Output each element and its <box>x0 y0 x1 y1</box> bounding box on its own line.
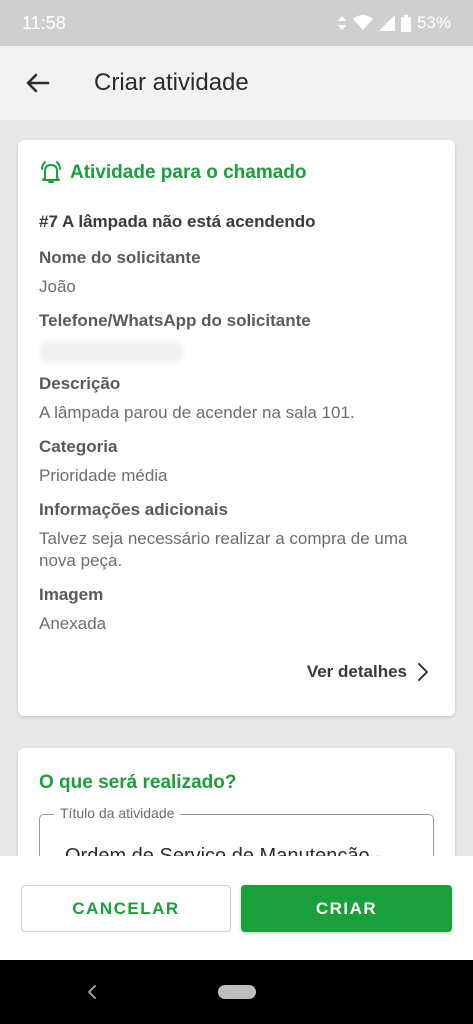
back-button[interactable] <box>18 63 58 103</box>
view-details-link[interactable]: Ver detalhes <box>307 662 429 682</box>
battery-icon <box>400 14 411 32</box>
field-requester-phone: Telefone/WhatsApp do solicitante <box>39 311 439 363</box>
status-icons: 53% <box>337 13 451 33</box>
bell-ring-icon <box>41 161 61 183</box>
cancel-button[interactable]: CANCELAR <box>21 885 231 932</box>
app-bar: Criar atividade <box>0 46 473 120</box>
field-value: João <box>39 277 76 296</box>
nav-back-icon <box>88 985 96 999</box>
activity-title-input[interactable]: Título da atividade Ordem de Serviço de … <box>39 805 434 856</box>
field-label: Descrição <box>39 374 121 393</box>
status-time: 11:58 <box>22 12 66 33</box>
field-value: Talvez seja necessário realizar a compra… <box>39 529 408 570</box>
create-button[interactable]: CRIAR <box>241 885 452 932</box>
field-label: Categoria <box>39 437 118 456</box>
wifi-icon <box>352 15 373 30</box>
status-bar: 11:58 53% <box>0 0 473 46</box>
system-back-button[interactable] <box>84 982 100 1002</box>
field-value: A lâmpada parou de acender na sala 101. <box>39 403 355 422</box>
form-section-title: O que será realizado? <box>39 772 237 793</box>
chevron-right-icon <box>418 663 428 681</box>
activity-title-value: Ordem de Serviço de Manutenção - <box>65 845 382 856</box>
data-arrows-icon <box>337 16 346 30</box>
field-label: Telefone/WhatsApp do solicitante <box>39 311 311 330</box>
field-requester-name: Nome do solicitante João <box>39 248 439 298</box>
field-label: Nome do solicitante <box>39 248 201 267</box>
activity-form-card: O que será realizado? Título da atividad… <box>18 748 455 856</box>
field-category: Categoria Prioridade média <box>39 437 439 487</box>
activity-info-card: Atividade para o chamado #7 A lâmpada nã… <box>18 140 455 716</box>
card-header: Atividade para o chamado <box>38 160 307 186</box>
ticket-title: #7 A lâmpada não está acendendo <box>39 212 316 231</box>
signal-icon <box>378 15 395 31</box>
field-label: Imagem <box>39 585 104 604</box>
field-image: Imagem Anexada <box>39 585 439 635</box>
redacted-phone <box>39 341 184 363</box>
system-home-pill[interactable] <box>218 985 256 999</box>
field-additional-info: Informações adicionais Talvez seja neces… <box>39 500 439 572</box>
field-label: Informações adicionais <box>39 500 228 519</box>
bottom-action-bar: CANCELAR CRIAR <box>0 856 473 960</box>
page-title: Criar atividade <box>94 69 249 96</box>
view-details-label: Ver detalhes <box>306 662 407 681</box>
system-nav-bar <box>0 960 473 1024</box>
card-header-title: Atividade para o chamado <box>70 162 307 183</box>
field-value: Anexada <box>39 614 107 633</box>
battery-percent: 53% <box>416 13 451 32</box>
content-area[interactable]: Atividade para o chamado #7 A lâmpada nã… <box>0 120 473 856</box>
arrow-left-icon <box>26 73 50 93</box>
field-description: Descrição A lâmpada parou de acender na … <box>39 374 439 424</box>
activity-title-label: Título da atividade <box>54 805 181 821</box>
field-value: Prioridade média <box>39 466 168 485</box>
